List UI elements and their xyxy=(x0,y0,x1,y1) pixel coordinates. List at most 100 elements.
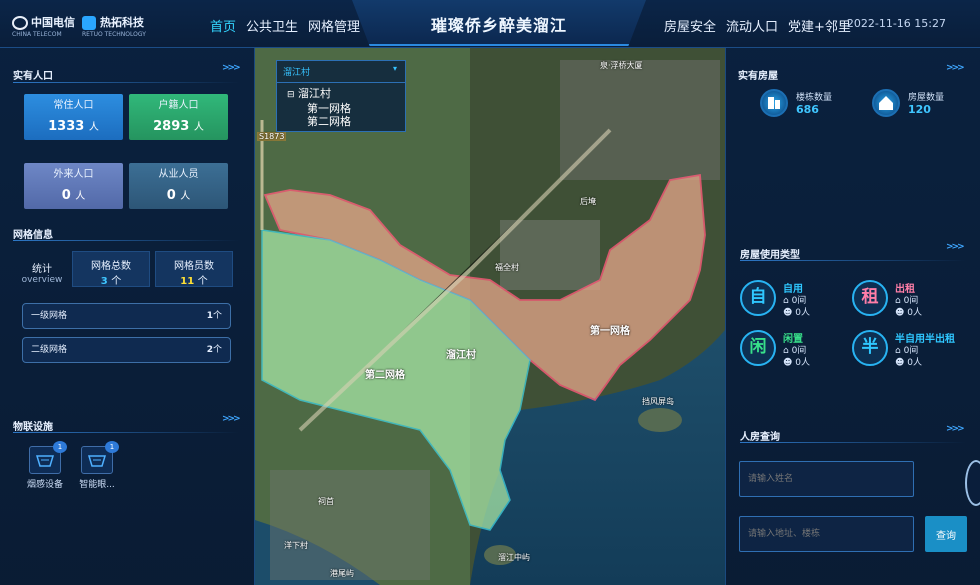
map-label-village: 溜江村 xyxy=(446,350,476,361)
map-label-grid1: 第一网格 xyxy=(590,326,630,337)
card-value: 2893 人 xyxy=(129,118,228,134)
side-toggle-button[interactable] xyxy=(965,460,980,506)
section-divider xyxy=(13,432,239,433)
address-input[interactable] xyxy=(739,516,914,552)
resident-population-card[interactable]: 常住人口 1333 人 xyxy=(24,94,123,140)
row-value: 2个 xyxy=(207,338,222,362)
registered-population-card[interactable]: 户籍人口 2893 人 xyxy=(129,94,228,140)
card-number: 0 xyxy=(166,188,176,203)
grid-staff-label: 网格员数 xyxy=(174,261,214,272)
name-input[interactable] xyxy=(739,461,914,497)
map-label-grid2: 第二网格 xyxy=(365,370,405,381)
row-label: 一级网格 xyxy=(31,311,68,321)
rent-people-value: 0人 xyxy=(907,308,922,318)
grid-total-label: 网格总数 xyxy=(91,261,131,272)
rent-people: ☻ 0人 xyxy=(895,308,922,318)
smart-camera-icon: 1 xyxy=(81,441,119,474)
grid-level-1-row[interactable]: 一级网格 1个 xyxy=(22,303,231,329)
map-label-screen-island: 挡风屏岛 xyxy=(642,397,674,406)
chevrons-icon: >>> xyxy=(222,63,241,73)
card-number: 2893 xyxy=(153,119,190,134)
device-label: 烟感设备 xyxy=(26,480,63,490)
map-label-houjing: 后埯 xyxy=(580,197,596,206)
telecom-logo-icon xyxy=(12,16,28,30)
tree-child-grid1[interactable]: 第一网格 xyxy=(287,102,395,115)
section-divider xyxy=(13,82,239,83)
employed-card[interactable]: 从业人员 0 人 xyxy=(129,163,228,209)
china-telecom-logo: 中国电信 CHINA TELECOM xyxy=(12,14,75,38)
nav-party-building[interactable]: 党建+邻里 xyxy=(788,16,851,35)
nav-right: 房屋安全 流动人口 党建+邻里 xyxy=(664,16,851,35)
card-number: 1333 xyxy=(48,119,85,134)
house-icon xyxy=(872,89,900,117)
half-rent-icon: 半 xyxy=(852,330,888,366)
card-unit: 人 xyxy=(193,122,204,133)
smart-camera-device[interactable]: 1 智能眼... xyxy=(72,441,122,490)
card-label: 户籍人口 xyxy=(158,100,199,111)
migrant-population-card[interactable]: 外来人口 0 人 xyxy=(24,163,123,209)
room-count-label: 房屋数量 xyxy=(908,93,945,103)
nav-public-health[interactable]: 公共卫生 xyxy=(246,16,298,35)
right-panel xyxy=(725,48,980,585)
telecom-logo-text: 中国电信 xyxy=(31,16,75,29)
tree-root[interactable]: ⊟ 溜江村 xyxy=(287,87,395,102)
row-label: 二级网格 xyxy=(31,345,68,355)
tree-child-grid2[interactable]: 第二网格 xyxy=(287,115,395,128)
query-button[interactable]: 查询 xyxy=(925,516,967,552)
half-rent-people: ☻ 0人 xyxy=(895,358,922,368)
card-value: 1333 人 xyxy=(24,118,123,134)
collapse-icon[interactable]: ⊟ xyxy=(287,90,295,100)
card-unit: 人 xyxy=(75,191,86,202)
building-icon xyxy=(760,89,788,117)
map-label-zhongyu: 溜江中屿 xyxy=(498,553,530,562)
nav-grid-management[interactable]: 网格管理 xyxy=(308,16,360,35)
chevrons-icon: >>> xyxy=(946,242,965,252)
half-rent-people-value: 0人 xyxy=(907,358,922,368)
telecom-logo-subtext: CHINA TELECOM xyxy=(12,31,62,38)
grid-staff-unit: 个 xyxy=(197,276,208,287)
chevrons-icon: >>> xyxy=(222,414,241,424)
card-value: 0 人 xyxy=(129,187,228,203)
grid-tree-panel[interactable]: 溜江村 ▾ ⊟ 溜江村 第一网格 第二网格 xyxy=(276,60,406,132)
card-label: 外来人口 xyxy=(53,169,94,180)
overview-label: 统计 xyxy=(32,264,52,275)
grid-staff-number: 11 xyxy=(180,276,195,287)
idle-people-value: 0人 xyxy=(795,358,810,368)
map-label-gangwei: 港尾屿 xyxy=(330,569,354,578)
smoke-detector-icon: 1 xyxy=(29,441,67,474)
device-count-badge: 1 xyxy=(53,441,67,453)
map-label-landmark: 泉·浮桥大厦 xyxy=(600,61,643,70)
chevrons-icon: >>> xyxy=(946,424,965,434)
smoke-detector-device[interactable]: 1 烟感设备 xyxy=(20,441,70,490)
room-count-value: 120 xyxy=(908,103,931,116)
rent-icon: 租 xyxy=(852,280,888,316)
self-use-icon: 自 xyxy=(740,280,776,316)
chevrons-icon: >>> xyxy=(946,63,965,73)
grid-level-2-row[interactable]: 二级网格 2个 xyxy=(22,337,231,363)
row-value: 1个 xyxy=(207,304,222,328)
building-count-value: 686 xyxy=(796,103,819,116)
self-use-people: ☻ 0人 xyxy=(783,308,810,318)
nav-floating-population[interactable]: 流动人口 xyxy=(726,16,778,35)
section-divider xyxy=(740,260,966,261)
nav-left: 首页 公共卫生 网格管理 xyxy=(210,16,360,35)
population-title: 实有人口 xyxy=(13,71,53,82)
person-house-query-title: 人房查询 xyxy=(740,432,780,443)
map-label-fuquan: 福全村 xyxy=(495,263,519,272)
self-use-people-value: 0人 xyxy=(795,308,810,318)
grid-total: 网格总数 3 个 xyxy=(72,251,150,287)
grid-staff-value: 11 个 xyxy=(156,272,232,287)
idle-icon: 闲 xyxy=(740,330,776,366)
header-bar: 中国电信 CHINA TELECOM 热拓科技 RETUO TECHNOLOGY… xyxy=(0,0,980,48)
nav-housing-safety[interactable]: 房屋安全 xyxy=(664,16,716,35)
grid-info-title: 网格信息 xyxy=(13,230,53,241)
card-label: 常住人口 xyxy=(53,100,94,111)
housing-title: 实有房屋 xyxy=(738,71,778,82)
nav-home[interactable]: 首页 xyxy=(210,16,236,35)
retuo-logo-icon xyxy=(82,16,96,30)
chevron-down-icon[interactable]: ▾ xyxy=(393,64,397,73)
village-select-value: 溜江村 xyxy=(283,68,311,78)
card-label: 从业人员 xyxy=(158,169,199,180)
map-label-zaihu: 祠首 xyxy=(318,497,334,506)
village-select[interactable]: 溜江村 ▾ xyxy=(277,61,405,83)
